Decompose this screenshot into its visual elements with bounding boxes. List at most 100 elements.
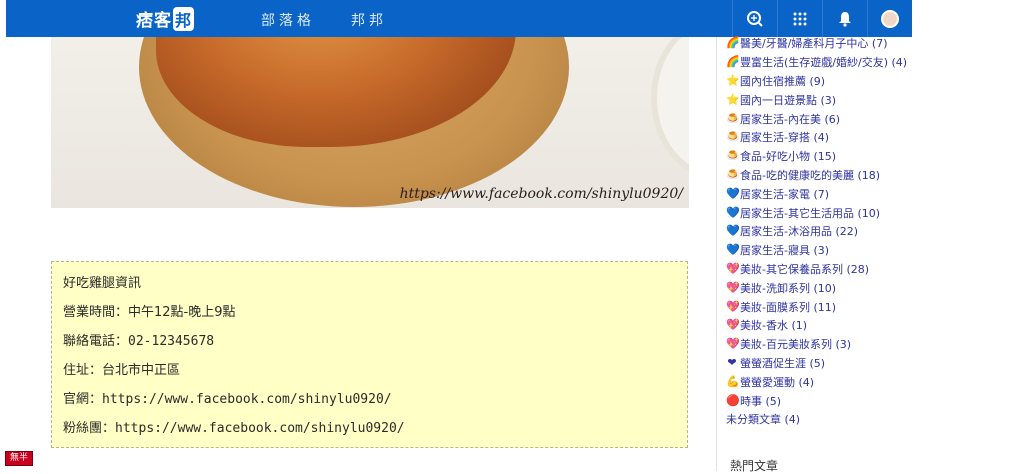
photo-watermark: https://www.facebook.com/shinylu0920/ [399, 186, 683, 202]
info-address-value: 台北市中正區 [102, 363, 181, 378]
star-icon: ⭐ [726, 73, 740, 87]
category-label: 居家生活-沐浴用品 (22) [740, 225, 859, 239]
info-website: 官網：https://www.facebook.com/shinylu0920/ [63, 389, 687, 418]
info-hours-value: 中午12點-晚上9點 [128, 305, 236, 320]
blue-heart-icon: 💙 [726, 186, 740, 200]
nav-blog-link[interactable]: 部落格 [261, 10, 315, 30]
red-circle-icon: 🔴 [726, 393, 740, 407]
brand-text: 痞客 [136, 11, 172, 31]
notification-button[interactable] [822, 0, 867, 37]
info-fanpage-link[interactable]: https://www.facebook.com/shinylu0920/ [115, 421, 405, 436]
category-label: 國內住宿推薦 (9) [740, 74, 826, 88]
info-address-label: 住址： [63, 363, 103, 378]
category-item[interactable]: 💙 居家生活-沐浴用品 (22) [726, 222, 1016, 241]
category-label: 居家生活-內在美 (6) [740, 112, 841, 126]
nav-bangbang-link[interactable]: 邦邦 [351, 10, 387, 30]
category-label: 美妝-洗卸系列 (10) [740, 281, 837, 295]
info-title: 好吃雞腿資訊 [63, 273, 687, 302]
category-item[interactable]: 🍮 居家生活-穿搭 (4) [726, 128, 1016, 147]
sparkle-heart-icon: 💖 [726, 299, 740, 313]
category-item[interactable]: 💖 美妝-百元美妝系列 (3) [726, 335, 1016, 354]
category-label: 居家生活-家電 (7) [740, 187, 830, 201]
info-title-text: 好吃雞腿資訊 [63, 276, 142, 291]
category-label: 居家生活-寢具 (3) [740, 244, 830, 258]
category-label: 螢螢愛運動 (4) [740, 375, 815, 389]
category-item[interactable]: 🔴 時事 (5) [726, 391, 1016, 410]
star-icon: ⭐ [726, 92, 740, 106]
info-website-label: 官網： [63, 392, 103, 407]
category-item[interactable]: 未分類文章 (4) [726, 410, 1016, 429]
info-hours: 營業時間：中午12點-晚上9點 [63, 302, 687, 331]
pudding-icon: 🍮 [726, 167, 740, 181]
category-label: 美妝-百元美妝系列 (3) [740, 338, 852, 352]
sidebar-divider [716, 37, 717, 471]
muscle-icon: 💪 [726, 374, 740, 388]
info-hours-label: 營業時間： [63, 305, 129, 320]
top-navbar: 痞客邦 部落格 邦邦 [6, 0, 912, 37]
apps-button[interactable] [777, 0, 822, 37]
sparkle-heart-icon: 💖 [726, 337, 740, 351]
info-phone-label: 聯絡電話： [63, 334, 129, 349]
rainbow-icon: 🌈 [726, 36, 740, 50]
category-label: 時事 (5) [740, 394, 782, 408]
restaurant-info-box: 好吃雞腿資訊 營業時間：中午12點-晚上9點 聯絡電話：02-12345678 … [51, 261, 688, 448]
category-item[interactable]: 💙 居家生活-其它生活用品 (10) [726, 203, 1016, 222]
category-label: 美妝-面膜系列 (11) [740, 300, 837, 314]
sparkle-heart-icon: 💖 [726, 280, 740, 294]
category-label: 豐富生活(生存遊戲/婚紗/交友) (4) [740, 56, 908, 70]
apps-grid-icon [793, 12, 807, 25]
category-label: 美妝-香水 (1) [740, 319, 808, 333]
category-label: 未分類文章 (4) [726, 413, 801, 427]
category-item[interactable]: 🌈 醫美/牙醫/婦產科月子中心 (7) [726, 34, 1016, 53]
info-phone-value: 02-12345678 [128, 334, 215, 349]
blue-heart-icon: 💙 [726, 243, 740, 257]
category-item[interactable]: ⭐ 國內一日遊景點 (3) [726, 90, 1016, 109]
category-item[interactable]: 💙 居家生活-寢具 (3) [726, 241, 1016, 260]
hot-articles-heading: 熱門文章 [730, 459, 779, 473]
avatar [881, 9, 899, 28]
category-label: 醫美/牙醫/婦產科月子中心 (7) [740, 37, 888, 51]
category-item[interactable]: 🍮 食品-吃的健康吃的美麗 (18) [726, 166, 1016, 185]
brand-box: 邦 [173, 7, 195, 31]
category-label: 美妝-其它保養品系列 (28) [740, 262, 870, 276]
info-address: 住址：台北市中正區 [63, 360, 687, 389]
category-label: 食品-吃的健康吃的美麗 (18) [740, 168, 881, 182]
category-list: 🌈 醫美/牙醫/婦產科月子中心 (7) 🌈 豐富生活(生存遊戲/婚紗/交友) (4) ⭐… [726, 34, 1016, 429]
sparkle-heart-icon: 💖 [726, 318, 740, 332]
category-label: 國內一日遊景點 (3) [740, 93, 837, 107]
pudding-icon: 🍮 [726, 130, 740, 144]
category-item[interactable]: ❤ 螢螢酒促生涯 (5) [726, 354, 1016, 373]
bell-icon [839, 11, 851, 27]
info-website-link[interactable]: https://www.facebook.com/shinylu0920/ [102, 392, 392, 407]
sparkle-heart-icon: 💖 [726, 261, 740, 275]
category-label: 居家生活-其它生活用品 (10) [740, 206, 881, 220]
category-item[interactable]: 💖 美妝-洗卸系列 (10) [726, 278, 1016, 297]
chicken-photo: https://www.facebook.com/shinylu0920/ [51, 37, 689, 208]
pudding-icon: 🍮 [726, 149, 740, 163]
corner-badge[interactable]: 無半 [5, 451, 33, 466]
blue-heart-icon: 💙 [726, 224, 740, 238]
pixnet-logo[interactable]: 痞客邦 [136, 6, 195, 31]
category-label: 螢螢酒促生涯 (5) [740, 356, 826, 370]
rainbow-icon: 🌈 [726, 55, 740, 69]
category-item[interactable]: ⭐ 國內住宿推薦 (9) [726, 72, 1016, 91]
category-item[interactable]: 💖 美妝-香水 (1) [726, 316, 1016, 335]
category-item[interactable]: 🍮 居家生活-內在美 (6) [726, 109, 1016, 128]
info-fanpage-label: 粉絲團： [63, 421, 116, 436]
search-button[interactable] [732, 0, 777, 37]
blue-heart-icon: 💙 [726, 205, 740, 219]
user-menu-button[interactable] [867, 0, 912, 37]
category-item[interactable]: 💙 居家生活-家電 (7) [726, 184, 1016, 203]
category-item[interactable]: 💖 美妝-其它保養品系列 (28) [726, 260, 1016, 279]
info-fanpage: 粉絲團：https://www.facebook.com/shinylu0920… [63, 418, 687, 447]
search-icon [747, 10, 763, 27]
nav-icon-group [732, 0, 912, 37]
category-item[interactable]: 🌈 豐富生活(生存遊戲/婚紗/交友) (4) [726, 53, 1016, 72]
heart-icon: ❤ [727, 355, 737, 369]
category-label: 食品-好吃小物 (15) [740, 150, 837, 164]
category-item[interactable]: 🍮 食品-好吃小物 (15) [726, 147, 1016, 166]
category-item[interactable]: 💖 美妝-面膜系列 (11) [726, 297, 1016, 316]
info-phone: 聯絡電話：02-12345678 [63, 331, 687, 360]
category-item[interactable]: 💪 螢螢愛運動 (4) [726, 372, 1016, 391]
pudding-icon: 🍮 [726, 111, 740, 125]
